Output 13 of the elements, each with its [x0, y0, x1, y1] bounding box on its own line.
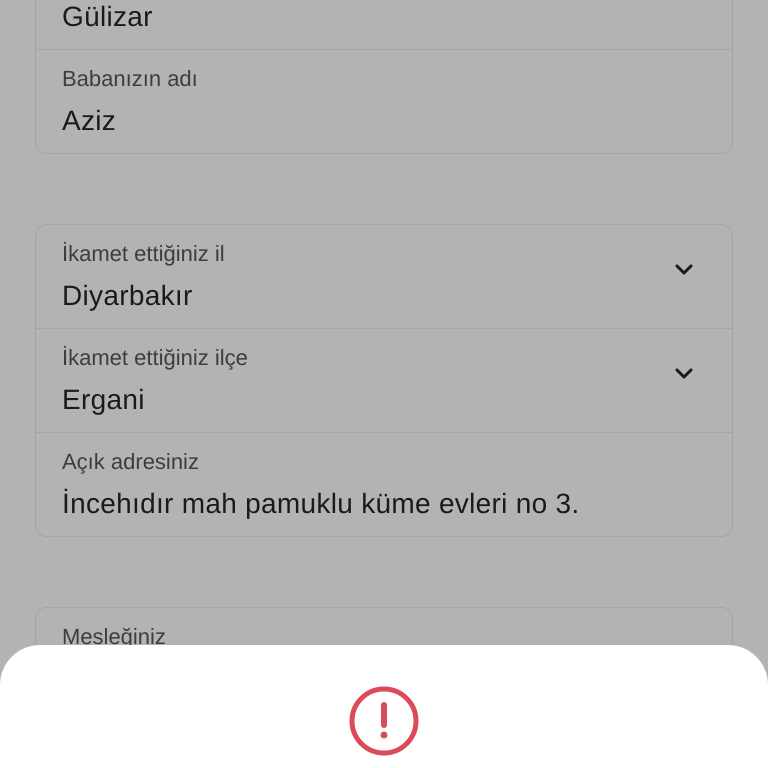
field-value[interactable]: Gülizar [62, 0, 706, 35]
field-value[interactable]: Aziz [62, 103, 706, 139]
field-label: İkamet ettiğiniz ilçe [62, 344, 249, 372]
field-value[interactable]: İncehıdır mah pamuklu küme evleri no 3. [62, 486, 706, 522]
field-label: Babanızın adı [62, 65, 199, 93]
alert-icon [348, 685, 420, 757]
field-label: Açık adresiniz [62, 448, 200, 476]
select-value[interactable]: Ergani [62, 382, 674, 418]
chevron-down-icon[interactable] [674, 368, 694, 380]
chevron-down-icon[interactable] [674, 264, 694, 276]
field-label: İkamet ettiğiniz il [62, 240, 226, 268]
select-value[interactable]: Diyarbakır [62, 278, 674, 314]
field-label: Mesleğiniz [62, 623, 167, 651]
